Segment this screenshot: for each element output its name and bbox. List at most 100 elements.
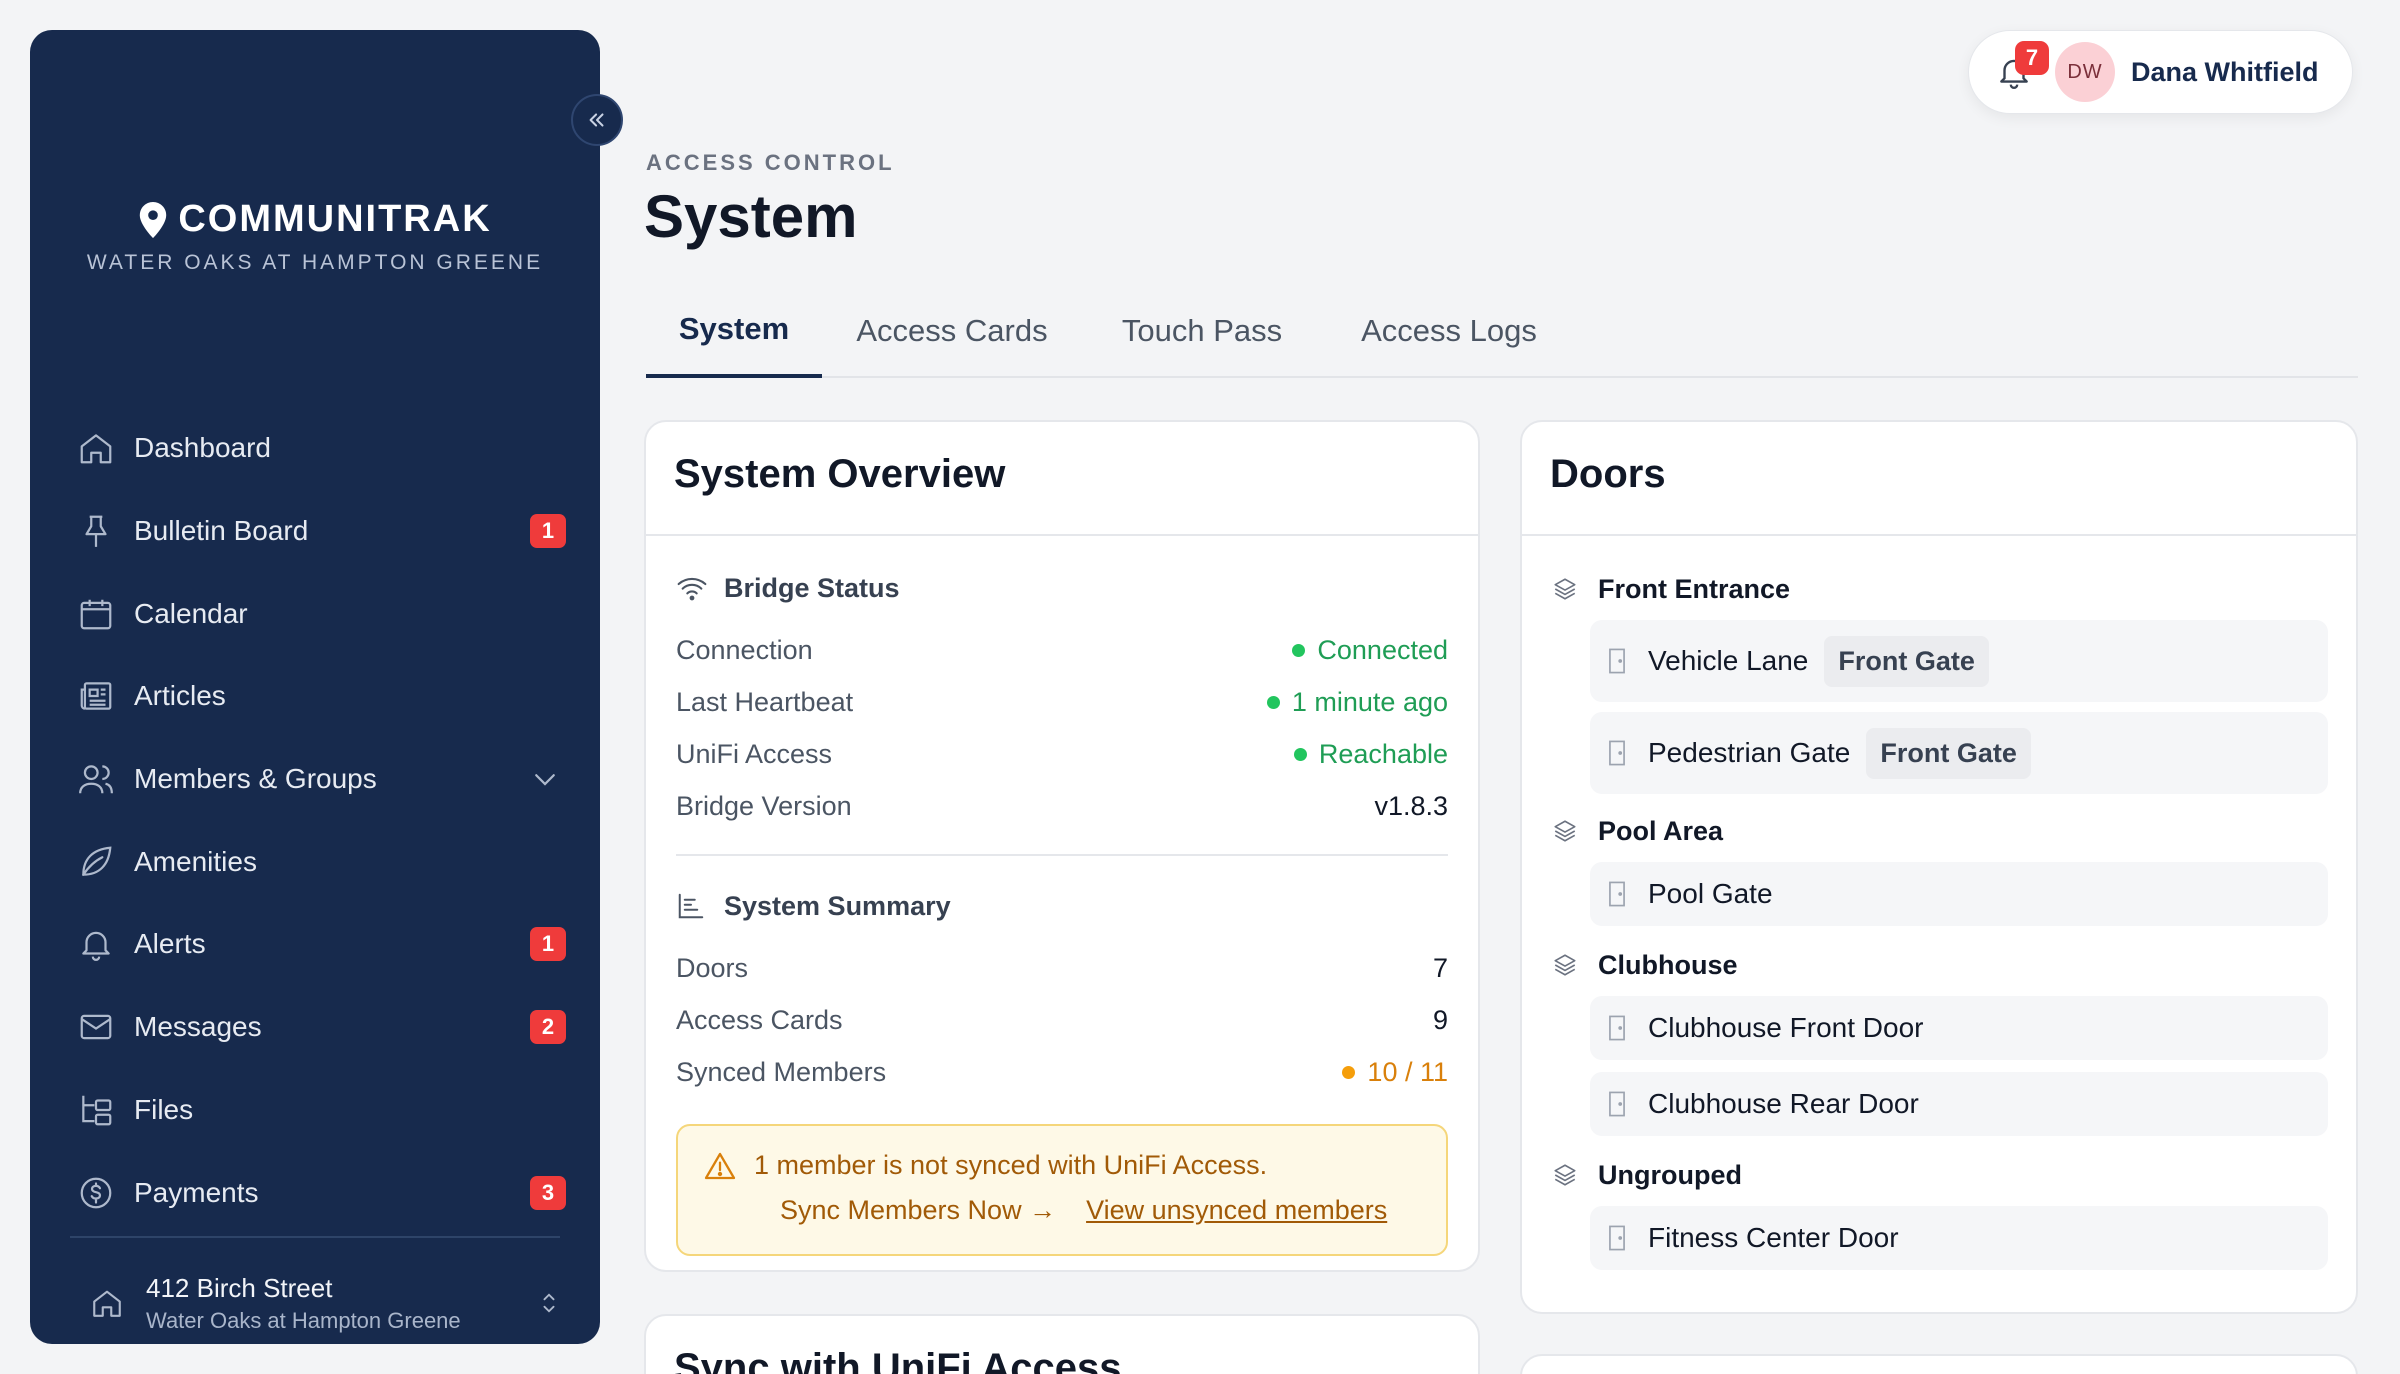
bridge-version-value: v1.8.3 <box>1374 790 1448 821</box>
layers-icon <box>1552 1162 1582 1188</box>
bulletin-badge: 1 <box>530 514 566 549</box>
door-group-name: Front Entrance <box>1598 573 1791 604</box>
synced-members-label: Synced Members <box>676 1056 887 1087</box>
door-group-name: Clubhouse <box>1598 949 1738 980</box>
layers-icon <box>1552 576 1582 602</box>
door-group-front-entrance: Front Entrance <box>1552 568 2326 610</box>
unsynced-warning: 1 member is not synced with UniFi Access… <box>676 1124 1448 1256</box>
alerts-badge: 1 <box>530 927 566 962</box>
system-summary-heading: System Summary <box>676 884 1448 928</box>
sync-unifi-card: Sync with UniFi Access <box>644 1314 1480 1374</box>
sidebar-item-label: Messages <box>134 1011 262 1043</box>
sidebar-item-dashboard[interactable]: Dashboard <box>76 407 566 490</box>
door-group-tag: Front Gate <box>1824 635 1989 687</box>
sidebar-item-messages[interactable]: Messages 2 <box>76 986 566 1069</box>
tab-access-logs[interactable]: Access Logs <box>1322 284 1576 378</box>
leaf-icon <box>76 842 116 882</box>
house-icon <box>90 1286 130 1320</box>
unifi-access-value: Reachable <box>1293 739 1448 770</box>
last-heartbeat-label: Last Heartbeat <box>676 686 854 717</box>
last-heartbeat-row: Last Heartbeat 1 minute ago <box>676 676 1448 728</box>
door-icon <box>1608 1091 1632 1117</box>
chevron-down-icon[interactable] <box>530 764 560 794</box>
sidebar-item-label: Amenities <box>134 845 257 877</box>
payments-badge: 3 <box>530 1175 566 1210</box>
status-dot <box>1342 1065 1356 1079</box>
sidebar-item-amenities[interactable]: Amenities <box>76 820 566 903</box>
bar-list-icon <box>676 891 710 921</box>
connection-value-text: Connected <box>1317 634 1448 665</box>
sidebar-item-files[interactable]: Files <box>76 1069 566 1152</box>
collapse-sidebar-button[interactable] <box>571 94 623 146</box>
access-cards-count-value: 9 <box>1432 1004 1448 1035</box>
sidebar-item-label: Payments <box>134 1176 259 1208</box>
home-icon <box>76 428 116 468</box>
sync-members-now-button[interactable]: Sync Members Now → <box>780 1195 1056 1226</box>
calendar-icon <box>76 594 116 634</box>
door-item-clubhouse-rear-door[interactable]: Clubhouse Rear Door <box>1590 1072 2328 1136</box>
door-icon <box>1608 648 1632 674</box>
card-title: Doors <box>1550 452 1666 496</box>
synced-members-row: Synced Members 10 / 11 <box>676 1046 1448 1098</box>
door-group-tag: Front Gate <box>1866 727 2031 779</box>
sidebar-item-members-groups[interactable]: Members & Groups <box>76 738 566 821</box>
sidebar-item-label: Dashboard <box>134 432 271 464</box>
door-item-clubhouse-front-door[interactable]: Clubhouse Front Door <box>1590 996 2328 1060</box>
card-title: System Overview <box>674 452 1006 496</box>
view-unsynced-members-link[interactable]: View unsynced members <box>1086 1195 1387 1226</box>
access-cards-count-row: Access Cards 9 <box>676 994 1448 1046</box>
bridge-status-heading: Bridge Status <box>676 566 1448 610</box>
connection-value: Connected <box>1292 635 1448 666</box>
page-title: System <box>644 183 858 250</box>
map-pin-icon <box>140 201 167 238</box>
door-name: Pedestrian Gate <box>1648 737 1851 768</box>
tab-touch-pass[interactable]: Touch Pass <box>1082 284 1322 378</box>
door-icon <box>1608 1225 1632 1251</box>
divider <box>676 854 1448 856</box>
door-group-pool-area: Pool Area <box>1552 810 2326 852</box>
user-menu[interactable]: 7 DW Dana Whitfield <box>1968 30 2353 114</box>
card-title: Sync with UniFi Access <box>674 1346 1122 1374</box>
door-item-fitness-center-door[interactable]: Fitness Center Door <box>1590 1206 2328 1270</box>
door-item-pedestrian-gate[interactable]: Pedestrian Gate Front Gate <box>1590 712 2328 794</box>
door-icon <box>1608 881 1632 907</box>
synced-members-value: 10 / 11 <box>1342 1057 1448 1088</box>
system-overview-card: System Overview Bridge Status Connection… <box>644 420 1480 1272</box>
warning-text: 1 member is not synced with UniFi Access… <box>754 1150 1268 1180</box>
user-name: Dana Whitfield <box>2131 56 2319 87</box>
bridge-version-label: Bridge Version <box>676 790 852 821</box>
notifications-button[interactable]: 7 <box>1989 41 2049 97</box>
sidebar-item-articles[interactable]: Articles <box>76 655 566 738</box>
last-heartbeat-value: 1 minute ago <box>1266 687 1448 718</box>
status-dot <box>1292 643 1306 657</box>
connection-row: Connection Connected <box>676 624 1448 676</box>
door-item-pool-gate[interactable]: Pool Gate <box>1590 862 2328 926</box>
door-name: Fitness Center Door <box>1648 1222 1899 1253</box>
avatar: DW <box>2055 42 2115 102</box>
door-item-vehicle-lane[interactable]: Vehicle Lane Front Gate <box>1590 620 2328 702</box>
sidebar: COMMUNITRAK WATER OAKS AT HAMPTON GREENE… <box>30 30 623 1344</box>
brand: COMMUNITRAK WATER OAKS AT HAMPTON GREENE <box>30 198 600 275</box>
door-name: Clubhouse Front Door <box>1648 1012 1924 1043</box>
property-switcher[interactable]: 412 Birch Street Water Oaks at Hampton G… <box>90 1268 560 1338</box>
sidebar-item-alerts[interactable]: Alerts 1 <box>76 903 566 986</box>
sidebar-item-payments[interactable]: Payments 3 <box>76 1151 566 1234</box>
unifi-access-label: UniFi Access <box>676 738 833 769</box>
tab-bar: System Access Cards Touch Pass Access Lo… <box>646 284 2358 378</box>
door-name: Clubhouse Rear Door <box>1648 1088 1919 1119</box>
status-dot <box>1266 695 1280 709</box>
unifi-access-row: UniFi Access Reachable <box>676 728 1448 780</box>
door-group-ungrouped: Ungrouped <box>1552 1154 2326 1196</box>
access-cards-count-label: Access Cards <box>676 1004 843 1035</box>
sidebar-item-calendar[interactable]: Calendar <box>76 572 566 655</box>
status-dot <box>1293 747 1307 761</box>
tab-system[interactable]: System <box>646 284 822 378</box>
sidebar-item-label: Bulletin Board <box>134 515 309 547</box>
tab-access-cards[interactable]: Access Cards <box>822 284 1082 378</box>
sidebar-item-bulletin-board[interactable]: Bulletin Board 1 <box>76 490 566 573</box>
connection-label: Connection <box>676 634 813 665</box>
door-icon <box>1608 1015 1632 1041</box>
sidebar-nav: Dashboard Bulletin Board 1 Calendar Arti… <box>76 407 566 1234</box>
bridge-version-row: Bridge Version v1.8.3 <box>676 780 1448 832</box>
property-community: Water Oaks at Hampton Greene <box>146 1307 461 1333</box>
